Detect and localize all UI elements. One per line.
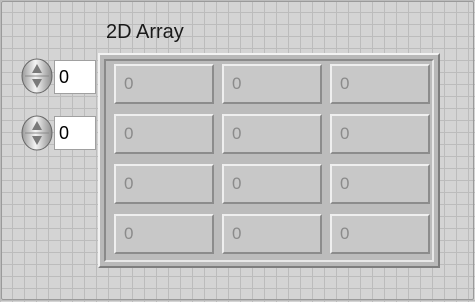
array-cell[interactable]: 0	[222, 114, 322, 154]
array-cell[interactable]: 0	[114, 64, 214, 104]
row-index-spinner[interactable]	[20, 58, 54, 94]
column-index-spinner[interactable]	[20, 115, 54, 151]
array-cell[interactable]: 0	[222, 64, 322, 104]
array-cell[interactable]: 0	[222, 164, 322, 204]
cell-value: 0	[340, 174, 350, 193]
cell-value: 0	[232, 74, 242, 93]
cell-value: 0	[232, 174, 242, 193]
array-cell[interactable]: 0	[330, 64, 430, 104]
array-cell[interactable]: 0	[330, 214, 430, 254]
array-cell[interactable]: 0	[114, 214, 214, 254]
array-cell[interactable]: 0	[330, 164, 430, 204]
cell-value: 0	[124, 124, 134, 143]
row-index-value: 0	[59, 67, 70, 87]
array-label: 2D Array	[106, 21, 184, 43]
array-cell[interactable]: 0	[330, 114, 430, 154]
column-index-value: 0	[59, 123, 70, 143]
array-cell[interactable]: 0	[114, 164, 214, 204]
cell-value: 0	[340, 124, 350, 143]
column-index-field[interactable]: 0	[54, 116, 96, 150]
cell-value: 0	[232, 224, 242, 243]
cell-value: 0	[124, 174, 134, 193]
cell-value: 0	[124, 74, 134, 93]
cell-value: 0	[340, 224, 350, 243]
array-cell[interactable]: 0	[222, 214, 322, 254]
cell-value: 0	[340, 74, 350, 93]
array-cell[interactable]: 0	[114, 114, 214, 154]
cell-value: 0	[124, 224, 134, 243]
row-index-field[interactable]: 0	[54, 60, 96, 94]
cell-value: 0	[232, 124, 242, 143]
